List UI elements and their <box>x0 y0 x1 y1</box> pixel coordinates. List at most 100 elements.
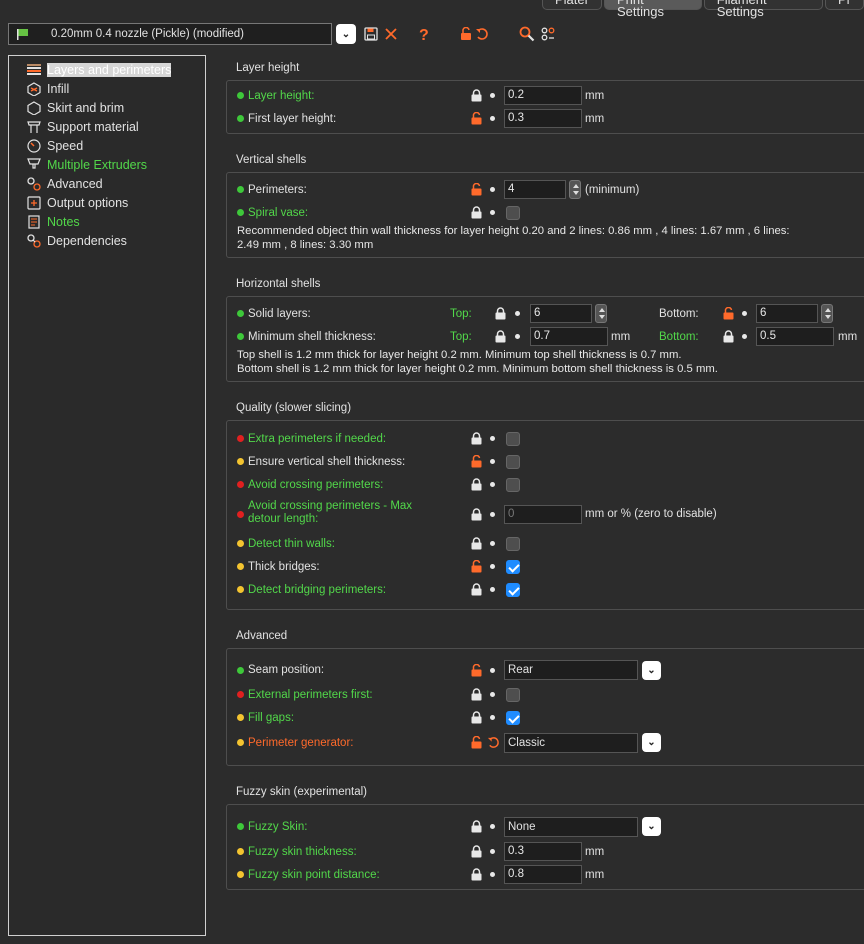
extra-perimeters-checkbox[interactable] <box>506 431 520 446</box>
unlock-icon[interactable] <box>471 560 482 573</box>
undo-icon[interactable] <box>475 27 489 41</box>
perimeters-input[interactable]: 4 <box>504 180 566 199</box>
avoid-crossing-max-label: Avoid crossing perimeters - Max <box>248 500 413 512</box>
sidebar-item-dependencies[interactable]: Dependencies <box>9 231 205 250</box>
external-perimeters-row: External perimeters first: <box>227 683 864 706</box>
group-title: Layer height <box>236 62 300 74</box>
unlock-icon[interactable] <box>471 663 482 677</box>
sidebar-item-output-options[interactable]: Output options <box>9 193 205 212</box>
fill-gaps-checkbox[interactable] <box>506 710 520 725</box>
save-icon[interactable] <box>364 27 378 41</box>
tab-print-settings[interactable]: Print Settings <box>603 0 702 18</box>
lock-icon[interactable] <box>495 307 506 320</box>
sidebar-item-notes[interactable]: Notes <box>9 212 205 231</box>
chevron-down-icon[interactable]: ⌄ <box>642 733 661 752</box>
layer-height-input[interactable]: 0.2 <box>504 86 582 105</box>
detect-bridging-checkbox[interactable] <box>506 582 520 597</box>
group-title: Quality (slower slicing) <box>236 402 352 414</box>
lock-icon[interactable] <box>471 537 482 550</box>
sidebar-item-multiple-extruders[interactable]: Multiple Extruders <box>9 155 205 174</box>
avoid-crossing-max-input[interactable]: 0 <box>504 504 582 524</box>
status-dot <box>237 481 244 488</box>
quality-group: Extra perimeters if needed: Ensure verti… <box>226 420 864 610</box>
sidebar-item-label: Speed <box>47 138 84 153</box>
bullet-icon <box>490 116 495 121</box>
sidebar-item-infill[interactable]: Infill <box>9 79 205 98</box>
sidebar-item-label: Skirt and brim <box>47 100 125 115</box>
bottom-layers-spinner[interactable] <box>821 304 833 323</box>
lock-icon[interactable] <box>471 507 482 521</box>
lock-icon[interactable] <box>471 868 482 881</box>
fuzzy-distance-input[interactable]: 0.8 <box>504 865 582 884</box>
lock-icon[interactable] <box>471 478 482 491</box>
bottom-layers-input[interactable]: 6 <box>756 304 818 323</box>
fuzzy-skin-select[interactable]: None <box>504 816 638 837</box>
lock-icon[interactable] <box>471 820 482 833</box>
lock-icon[interactable] <box>471 583 482 596</box>
minimum-shell-row: Minimum shell thickness: Top: 0.7 mm Bot… <box>227 325 864 348</box>
thick-bridges-checkbox[interactable] <box>506 559 520 574</box>
sidebar-item-support-material[interactable]: Support material <box>9 117 205 136</box>
lock-icon[interactable] <box>471 206 482 219</box>
avoid-crossing-checkbox[interactable] <box>506 477 520 492</box>
tab-printer-settings[interactable]: Pr <box>825 0 864 10</box>
unlock-icon[interactable] <box>471 455 482 468</box>
spiral-vase-checkbox[interactable] <box>506 205 520 220</box>
help-icon[interactable]: ? <box>418 26 430 42</box>
sidebar-item-speed[interactable]: Speed <box>9 136 205 155</box>
external-perimeters-checkbox[interactable] <box>506 687 520 702</box>
status-dot <box>237 540 244 547</box>
unlock-icon[interactable] <box>471 183 482 196</box>
perimeter-generator-select[interactable]: Classic <box>504 732 638 753</box>
compare-icon[interactable] <box>541 27 555 41</box>
min-top-shell-input[interactable]: 0.7 <box>530 327 608 346</box>
group-title: Horizontal shells <box>236 278 321 290</box>
output-icon <box>27 195 41 210</box>
search-icon[interactable] <box>519 26 535 42</box>
lock-icon[interactable] <box>471 688 482 701</box>
min-bottom-shell-input[interactable]: 0.5 <box>756 327 834 346</box>
tab-plater[interactable]: Plater <box>542 0 602 10</box>
detect-bridging-row: Detect bridging perimeters: <box>227 578 864 601</box>
perimeters-spinner[interactable] <box>569 180 581 199</box>
unlock-icon[interactable] <box>723 307 734 320</box>
lock-icon[interactable] <box>723 330 734 343</box>
delete-icon[interactable] <box>384 27 398 41</box>
lock-icon[interactable] <box>471 711 482 724</box>
first-layer-height-input[interactable]: 0.3 <box>504 109 582 128</box>
top-layers-input[interactable]: 6 <box>530 304 592 323</box>
chevron-down-icon[interactable]: ⌄ <box>642 817 661 836</box>
ensure-vertical-checkbox[interactable] <box>506 454 520 469</box>
layer-height-group: Layer height: 0.2 mm First layer height:… <box>226 80 864 134</box>
lock-icon[interactable] <box>471 432 482 445</box>
group-title: Vertical shells <box>236 154 307 166</box>
lock-icon[interactable] <box>495 330 506 343</box>
preset-combo[interactable]: 0.20mm 0.4 nozzle (Pickle) (modified) <box>8 23 332 45</box>
preset-dropdown-button[interactable]: ⌄ <box>336 24 356 44</box>
detect-bridging-label: Detect bridging perimeters: <box>248 583 387 596</box>
status-dot <box>237 739 244 746</box>
unlock-icon[interactable] <box>471 736 482 749</box>
lock-icon[interactable] <box>471 845 482 858</box>
sidebar-item-layers-and-perimeters[interactable]: Layers and perimeters <box>9 60 205 79</box>
fuzzy-skin-group: Fuzzy Skin: None ⌄ Fuzzy skin thickness:… <box>226 804 864 890</box>
seam-position-select[interactable]: Rear <box>504 660 638 680</box>
detect-thin-walls-checkbox[interactable] <box>506 536 520 551</box>
lock-icon[interactable] <box>471 89 482 102</box>
tab-filament-settings[interactable]: Filament Settings <box>703 0 823 18</box>
status-dot <box>237 848 244 855</box>
fuzzy-thickness-label: Fuzzy skin thickness: <box>248 845 357 858</box>
group-title: Advanced <box>236 630 288 642</box>
undo-icon[interactable] <box>487 736 500 749</box>
shell-note: Top shell is 1.2 mm thick for layer heig… <box>237 349 682 361</box>
sidebar-item-skirt-and-brim[interactable]: Skirt and brim <box>9 98 205 117</box>
fill-gaps-row: Fill gaps: <box>227 706 864 729</box>
unlock-icon[interactable] <box>460 27 472 41</box>
tab-bar: Plater Print Settings Filament Settings … <box>540 0 864 18</box>
fuzzy-thickness-input[interactable]: 0.3 <box>504 842 582 861</box>
unlock-icon[interactable] <box>471 112 482 125</box>
top-layers-spinner[interactable] <box>595 304 607 323</box>
sidebar-item-advanced[interactable]: Advanced <box>9 174 205 193</box>
shell-note: Bottom shell is 1.2 mm thick for layer h… <box>237 363 718 375</box>
chevron-down-icon[interactable]: ⌄ <box>642 660 661 680</box>
